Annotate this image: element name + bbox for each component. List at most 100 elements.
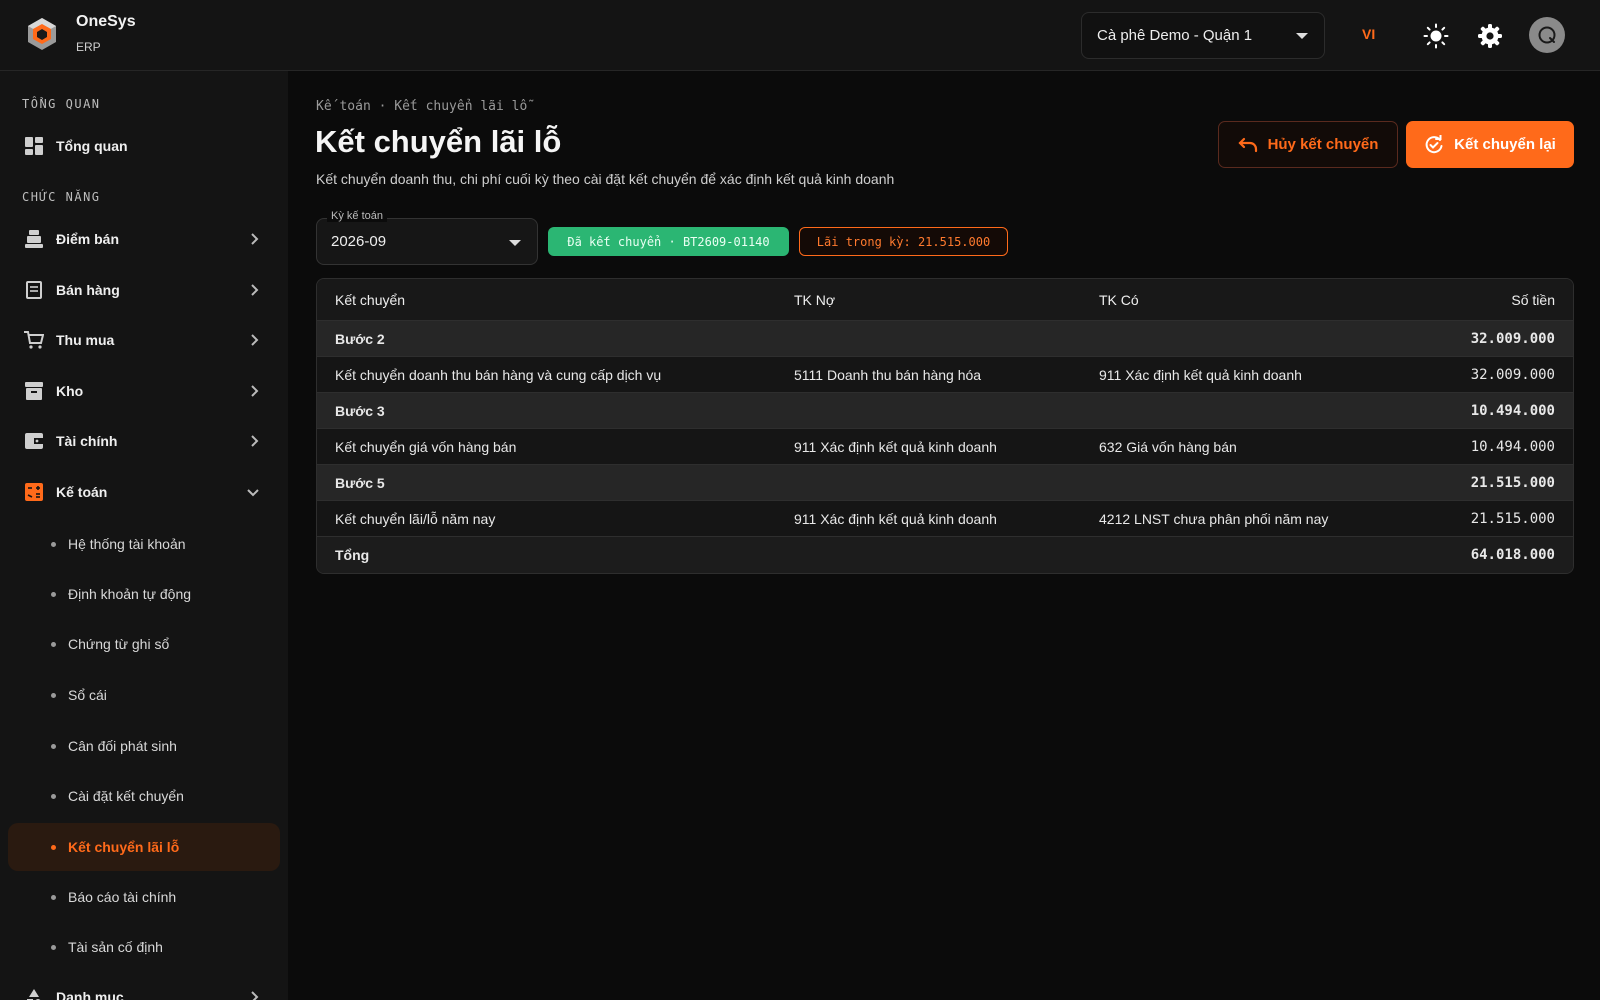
column-header[interactable]: Kết chuyển	[335, 292, 405, 308]
settings-button[interactable]	[1474, 20, 1506, 52]
cancel-closing-button[interactable]: Hủy kết chuyển	[1218, 121, 1398, 168]
credit-account-cell: 911 Xác định kết quả kinh doanh	[1099, 366, 1302, 383]
sidebar-subitem-chart-of-accounts[interactable]: Hệ thống tài khoản	[8, 520, 280, 568]
sidebar-subitem-label: Kết chuyển lãi lỗ	[68, 839, 180, 855]
table-group-row: Bước 2 32.009.000	[317, 321, 1573, 357]
column-header[interactable]: TK Nợ	[794, 292, 835, 308]
bullet-icon	[51, 895, 56, 900]
bullet-icon	[51, 693, 56, 698]
sidebar-item-warehouse[interactable]: Kho	[8, 369, 280, 413]
chevron-right-icon	[251, 991, 259, 1000]
total-amount: 64.018.000	[1470, 547, 1555, 563]
sidebar-subitem-trial-balance[interactable]: Cân đối phát sinh	[8, 722, 280, 770]
catalog-icon	[24, 987, 44, 1000]
amount-cell: 10.494.000	[1470, 402, 1555, 419]
debit-account-cell: 911 Xác định kết quả kinh doanh	[794, 510, 997, 527]
redo-closing-label: Kết chuyển lại	[1454, 136, 1556, 153]
debit-account-cell: 911 Xác định kết quả kinh doanh	[794, 438, 997, 455]
table-row[interactable]: Kết chuyển doanh thu bán hàng và cung cấ…	[317, 357, 1573, 393]
app-subtitle: ERP	[76, 40, 101, 54]
sidebar-subitem-label: Chứng từ ghi sổ	[68, 636, 170, 652]
table-row[interactable]: Kết chuyển lãi/lỗ năm nay 911 Xác định k…	[317, 501, 1573, 537]
amount-cell: 21.515.000	[1470, 510, 1555, 527]
bullet-icon	[51, 845, 56, 850]
dashboard-icon	[24, 136, 44, 156]
table-group-row: Bước 3 10.494.000	[317, 393, 1573, 429]
app-name: OneSys	[76, 13, 136, 30]
step-label: Bước 2	[335, 330, 385, 347]
sidebar-item-finance[interactable]: Tài chính	[8, 419, 280, 463]
section-label-functions: CHỨC NĂNG	[22, 190, 101, 204]
bullet-icon	[51, 945, 56, 950]
description-cell: Kết chuyển giá vốn hàng bán	[335, 438, 517, 455]
sidebar-subitem-financial-reports[interactable]: Báo cáo tài chính	[8, 873, 280, 921]
undo-icon	[1238, 137, 1257, 152]
column-header[interactable]: Số tiền	[1511, 292, 1555, 308]
page-title: Kết chuyển lãi lỗ	[315, 124, 562, 159]
step-label: Bước 5	[335, 474, 385, 491]
sidebar-item-label: Tài chính	[56, 433, 118, 449]
chevron-right-icon	[251, 233, 259, 245]
language-switch[interactable]: VI	[1362, 26, 1375, 42]
sidebar-item-accounting[interactable]: Kế toán	[8, 470, 280, 514]
sidebar-subitem-label: Tài sản cố định	[68, 939, 163, 955]
redo-closing-button[interactable]: Kết chuyển lại	[1406, 121, 1574, 168]
chevron-right-icon	[251, 284, 259, 296]
sidebar-item-pos[interactable]: Điểm bán	[8, 217, 280, 261]
chevron-down-icon	[247, 489, 259, 497]
bullet-icon	[51, 744, 56, 749]
step-label: Bước 3	[335, 402, 385, 419]
amount-cell: 32.009.000	[1470, 330, 1555, 347]
column-header[interactable]: TK Có	[1099, 292, 1139, 308]
sidebar-subitem-label: Báo cáo tài chính	[68, 889, 177, 905]
sidebar-subitem-auto-posting[interactable]: Định khoản tự động	[8, 570, 280, 618]
table-group-row: Bước 5 21.515.000	[317, 465, 1573, 501]
sidebar-item-label: Danh mục	[56, 989, 124, 1000]
amount-cell: 10.494.000	[1470, 438, 1555, 455]
sidebar-subitem-fixed-assets[interactable]: Tài sản cố định	[8, 923, 280, 971]
description-cell: Kết chuyển lãi/lỗ năm nay	[335, 510, 496, 527]
period-select[interactable]: Kỳ kế toán 2026-09	[316, 210, 538, 265]
bullet-icon	[51, 592, 56, 597]
sidebar-subitem-vouchers[interactable]: Chứng từ ghi sổ	[8, 620, 280, 668]
sidebar-item-purchasing[interactable]: Thu mua	[8, 318, 280, 362]
credit-account-cell: 632 Giá vốn hàng bán	[1099, 438, 1237, 455]
sidebar-item-catalog[interactable]: Danh mục	[8, 975, 280, 1000]
section-label-overview: TỔNG QUAN	[22, 97, 101, 111]
bullet-icon	[51, 642, 56, 647]
sun-icon	[1423, 23, 1449, 49]
chevron-down-icon	[509, 240, 521, 246]
sidebar-item-sales[interactable]: Bán hàng	[8, 268, 280, 312]
sidebar-item-label: Bán hàng	[56, 282, 120, 298]
onesys-logo-icon[interactable]	[24, 16, 60, 52]
sidebar-item-label: Kế toán	[56, 484, 108, 500]
sidebar-subitem-ledger[interactable]: Sổ cái	[8, 671, 280, 719]
sidebar-subitem-label: Cài đặt kết chuyển	[68, 788, 184, 804]
breadcrumb: Kế toán · Kết chuyển lãi lỗ	[316, 99, 528, 114]
table-row[interactable]: Kết chuyển giá vốn hàng bán 911 Xác định…	[317, 429, 1573, 465]
debit-account-cell: 5111 Doanh thu bán hàng hóa	[794, 366, 982, 383]
branch-select[interactable]: Cà phê Demo - Quận 1	[1081, 12, 1325, 59]
amount-cell: 32.009.000	[1470, 366, 1555, 383]
sidebar-subitem-closing-settings[interactable]: Cài đặt kết chuyển	[8, 772, 280, 820]
wallet-icon	[24, 431, 44, 451]
gear-icon	[1478, 24, 1502, 48]
archive-icon	[24, 381, 44, 401]
sidebar-subitem-label: Định khoản tự động	[68, 586, 192, 602]
refresh-check-icon	[1425, 134, 1443, 153]
sidebar-subitem-profit-loss-closing[interactable]: Kết chuyển lãi lỗ	[8, 823, 280, 871]
bullet-icon	[51, 542, 56, 547]
description-cell: Kết chuyển doanh thu bán hàng và cung cấ…	[335, 366, 662, 383]
status-badge: Đã kết chuyển · BT2609-01140	[548, 227, 789, 256]
chevron-right-icon	[251, 435, 259, 447]
calculator-icon	[24, 482, 44, 502]
sidebar-item-overview[interactable]: Tổng quan	[8, 124, 280, 168]
sidebar-subitem-label: Sổ cái	[68, 687, 107, 703]
table-total-row: Tổng 64.018.000	[317, 537, 1573, 573]
top-bar: OneSys ERP Cà phê Demo - Quận 1 VI	[0, 0, 1600, 71]
theme-toggle-button[interactable]	[1420, 20, 1452, 52]
chevron-right-icon	[251, 334, 259, 346]
avatar-icon	[1538, 26, 1556, 44]
avatar[interactable]	[1529, 17, 1565, 53]
sidebar-item-label: Kho	[56, 383, 84, 399]
